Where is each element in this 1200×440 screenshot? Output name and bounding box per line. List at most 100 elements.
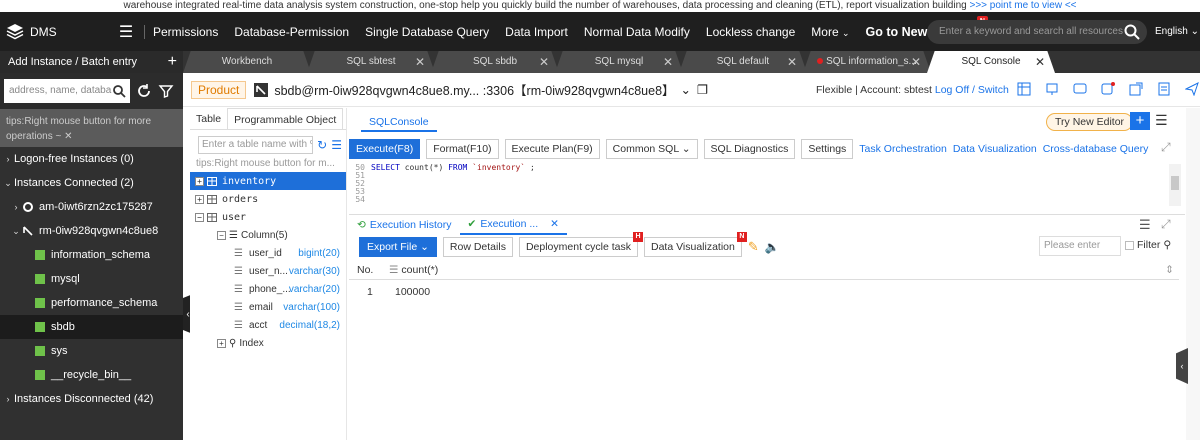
execute-plan-button[interactable]: Execute Plan(F9) (504, 139, 600, 159)
try-new-editor-button[interactable]: Try New Editor (1046, 113, 1134, 131)
index-group[interactable]: + ⚲ Index (190, 334, 346, 352)
task-orchestration-link[interactable]: Task Orchestration (859, 143, 947, 155)
sidebar-item-logon-free[interactable]: › Logon-free Instances (0) (0, 147, 183, 171)
list-icon[interactable]: ☰ (1139, 217, 1151, 233)
refresh-icon[interactable] (136, 83, 152, 99)
close-icon[interactable]: ✕ (64, 131, 72, 142)
sidebar-item-db-information-schema[interactable]: information_schema (0, 243, 183, 267)
nav-data-import[interactable]: Data Import (505, 25, 568, 39)
document-icon[interactable] (1157, 82, 1171, 96)
language-selector[interactable]: English ⌄ (1155, 26, 1199, 37)
column-row[interactable]: ☰ acct decimal(18,2) (190, 316, 346, 334)
table-search-input[interactable]: Enter a table name with % f (198, 135, 314, 154)
column-row[interactable]: ☰ phone_... varchar(20) (190, 280, 346, 298)
chart-edit-icon[interactable]: ✎ (748, 239, 759, 255)
global-search-input[interactable]: Enter a keyword and search all resources (927, 20, 1147, 44)
more-menu-icon[interactable]: ☰ (1155, 112, 1168, 129)
send-icon[interactable] (1185, 82, 1199, 96)
expand-icon[interactable]: + (195, 194, 204, 204)
search-icon[interactable]: ⚲ (1163, 239, 1171, 251)
common-sql-dropdown[interactable]: Common SQL ⌄ (605, 139, 698, 159)
grid-icon[interactable] (1017, 82, 1031, 96)
execute-button[interactable]: Execute(F8) (349, 139, 421, 159)
notification-icon[interactable] (1101, 82, 1115, 96)
result-filter-input[interactable]: Please enter (1039, 236, 1121, 256)
search-icon[interactable] (112, 84, 126, 98)
connection-selector[interactable]: sbdb@rm-0iw928qvgwn4c8ue8.my... :3306【rm… (254, 80, 708, 99)
tab-sql-console[interactable]: SQL Console ✕ (927, 51, 1055, 73)
sidebar-item-connected[interactable]: ⌄ Instances Connected (2) (0, 171, 183, 195)
column-resize-icon[interactable]: ⇕ (1165, 264, 1174, 276)
flag-icon[interactable] (1045, 82, 1059, 96)
export-file-dropdown[interactable]: Export File ⌄ (359, 237, 437, 257)
table-row[interactable]: + inventory (190, 172, 346, 190)
refresh-icon[interactable]: ↻ (317, 138, 327, 152)
sidebar-item-instance-rm[interactable]: ⌄ rm-0iw928qvgwn4c8ue8 (0, 219, 183, 243)
column-row[interactable]: ☰ user_n... varchar(30) (190, 262, 346, 280)
chat-icon[interactable] (1073, 82, 1087, 96)
tab-sqlconsole[interactable]: SQLConsole (361, 114, 437, 132)
tab-workbench[interactable]: Workbench (183, 51, 311, 73)
nav-normal-data-modify[interactable]: Normal Data Modify (584, 25, 690, 39)
column-header-count[interactable]: count(*) (401, 264, 438, 276)
instance-search-input[interactable]: address, name, databa (4, 79, 130, 103)
data-visualization-button[interactable]: Data Visualization N (644, 232, 747, 257)
external-link-icon[interactable] (1129, 82, 1143, 96)
close-icon[interactable]: ✕ (539, 51, 549, 73)
right-panel-toggle[interactable]: ‹ (1176, 348, 1188, 384)
sidebar-item-instance-am[interactable]: › am-0iwt6rzn2zc175287 (0, 195, 183, 219)
close-icon[interactable]: ✕ (550, 218, 559, 230)
column-row[interactable]: ☰ email varchar(100) (190, 298, 346, 316)
add-icon[interactable]: + (168, 53, 177, 71)
close-icon[interactable]: ✕ (415, 51, 425, 73)
tab-sql-sbtest[interactable]: SQL sbtest ✕ (307, 51, 435, 73)
settings-button[interactable]: Settings (801, 139, 854, 159)
editor-scrollbar[interactable] (1169, 164, 1181, 206)
expand-icon[interactable]: + (195, 176, 204, 186)
tab-table[interactable]: Table (190, 108, 227, 129)
tab-sql-information-schema[interactable]: SQL information_s... ✕ (803, 51, 931, 73)
banner-link[interactable]: >>> point me to view << (970, 0, 1077, 11)
table-row[interactable]: + orders (190, 190, 346, 208)
list-icon[interactable]: ☰ (331, 138, 342, 152)
nav-single-database-query[interactable]: Single Database Query (365, 25, 489, 39)
sidebar-item-db-sys[interactable]: sys (0, 339, 183, 363)
sidebar-item-db-recycle-bin[interactable]: __recycle_bin__ (0, 363, 183, 387)
add-console-button[interactable]: + (1130, 112, 1150, 130)
tab-sql-default[interactable]: SQL default ✕ (679, 51, 807, 73)
tab-programmable-object[interactable]: Programmable Object (227, 108, 344, 129)
close-icon[interactable]: ✕ (663, 51, 673, 73)
cell-value[interactable]: 100000 (395, 286, 430, 298)
close-icon[interactable]: ✕ (1035, 51, 1045, 73)
filter-toggle[interactable]: Filter ⚲ (1125, 239, 1171, 251)
sidebar-item-db-mysql[interactable]: mysql (0, 267, 183, 291)
collapse-icon[interactable]: − (195, 212, 204, 222)
table-row[interactable]: 1 100000 (349, 282, 1179, 302)
close-icon[interactable]: ✕ (787, 51, 797, 73)
tab-execution-history[interactable]: ⟲ Execution History (349, 219, 460, 231)
column-row[interactable]: ☰ user_id bigint(20) (190, 244, 346, 262)
nav-more[interactable]: More ⌄ (811, 25, 849, 39)
code-editor[interactable]: 50 SELECT count(*) FROM `inventory` ; 51 … (349, 164, 1167, 206)
nav-lockless-change[interactable]: Lockless change (706, 25, 795, 39)
sidebar-item-db-performance-schema[interactable]: performance_schema (0, 291, 183, 315)
cross-database-query-link[interactable]: Cross-database Query (1043, 143, 1149, 155)
sql-diagnostics-button[interactable]: SQL Diagnostics (703, 139, 796, 159)
tab-sql-sbdb[interactable]: SQL sbdb ✕ (431, 51, 559, 73)
hamburger-menu-icon[interactable]: ☰ (112, 22, 140, 42)
column-group[interactable]: − ☰ Column(5) (190, 226, 346, 244)
expand-icon[interactable]: ⤢ (1161, 140, 1171, 155)
dms-logo[interactable]: DMS (0, 23, 112, 41)
copy-icon[interactable]: ❐ (697, 82, 708, 97)
speaker-icon[interactable]: 🔈 (765, 240, 780, 254)
row-details-button[interactable]: Row Details (442, 237, 513, 257)
logoff-link[interactable]: Log Off / Switch (935, 84, 1009, 96)
sidebar-item-disconnected[interactable]: › Instances Disconnected (42) (0, 387, 183, 411)
sidebar-item-db-sbdb[interactable]: sbdb (0, 315, 183, 339)
table-row[interactable]: − user (190, 208, 346, 226)
deployment-cycle-task-button[interactable]: Deployment cycle task H (518, 232, 643, 257)
nav-database-permission[interactable]: Database-Permission (234, 25, 349, 39)
add-instance-link[interactable]: Add Instance / Batch entry (8, 56, 137, 68)
tab-execution-result[interactable]: ✔ Execution ... ✕ (459, 215, 567, 235)
search-icon[interactable] (1123, 23, 1141, 41)
